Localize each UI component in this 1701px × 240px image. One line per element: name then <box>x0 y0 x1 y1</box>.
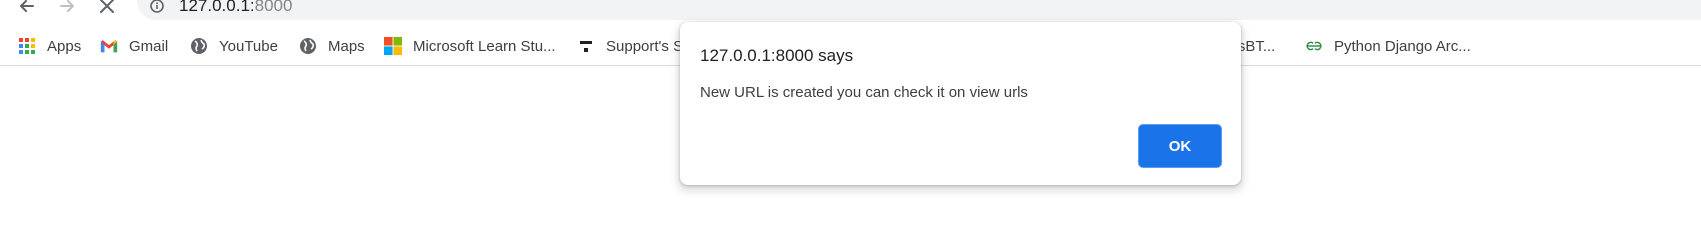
close-icon <box>100 0 114 13</box>
site-info-icon[interactable] <box>150 0 164 13</box>
bookmark-python-django[interactable]: Python Django Arc... <box>1305 34 1471 58</box>
bookmark-label: Support's S <box>606 37 684 55</box>
bookmark-label: Python Django Arc... <box>1334 37 1471 55</box>
bookmark-label: YouTube <box>219 37 278 55</box>
back-button[interactable] <box>15 0 39 18</box>
bookmark-apps[interactable]: Apps <box>18 34 81 58</box>
bookmark-label: Apps <box>47 37 82 55</box>
browser-toolbar: 127.0.0.1:8000 <box>0 0 1701 20</box>
url-port: 8000 <box>254 0 293 15</box>
geeksforgeeks-icon <box>1305 37 1323 55</box>
bookmark-support[interactable]: Support's S <box>577 34 683 58</box>
forward-button[interactable] <box>55 0 79 18</box>
support-icon <box>577 37 595 55</box>
forward-arrow-icon <box>60 0 74 12</box>
alert-dialog: 127.0.0.1:8000 says New URL is created y… <box>680 22 1241 185</box>
bookmark-microsoft-learn[interactable]: Microsoft Learn Stu... <box>384 34 556 58</box>
url-text: 127.0.0.1:8000 <box>179 0 292 16</box>
apps-grid-icon <box>18 37 36 55</box>
bookmark-youtube[interactable]: YouTube <box>190 34 278 58</box>
address-bar[interactable]: 127.0.0.1:8000 <box>137 0 1701 20</box>
dialog-message: New URL is created you can check it on v… <box>700 84 1028 101</box>
bookmark-label: Gmail <box>129 37 169 55</box>
microsoft-icon <box>384 37 402 55</box>
bookmark-label: Maps <box>328 37 365 55</box>
dialog-title: 127.0.0.1:8000 says <box>700 46 854 65</box>
bookmark-gmail[interactable]: Gmail <box>100 34 168 58</box>
bookmark-maps[interactable]: Maps <box>299 34 365 58</box>
bookmark-label: Microsoft Learn Stu... <box>413 37 556 55</box>
gmail-icon <box>100 37 118 55</box>
globe-icon <box>190 37 208 55</box>
back-arrow-icon <box>20 0 34 12</box>
ok-button[interactable]: OK <box>1139 125 1221 167</box>
url-host: 127.0.0.1: <box>179 0 255 15</box>
stop-loading-button[interactable] <box>95 0 119 18</box>
globe-icon <box>299 37 317 55</box>
